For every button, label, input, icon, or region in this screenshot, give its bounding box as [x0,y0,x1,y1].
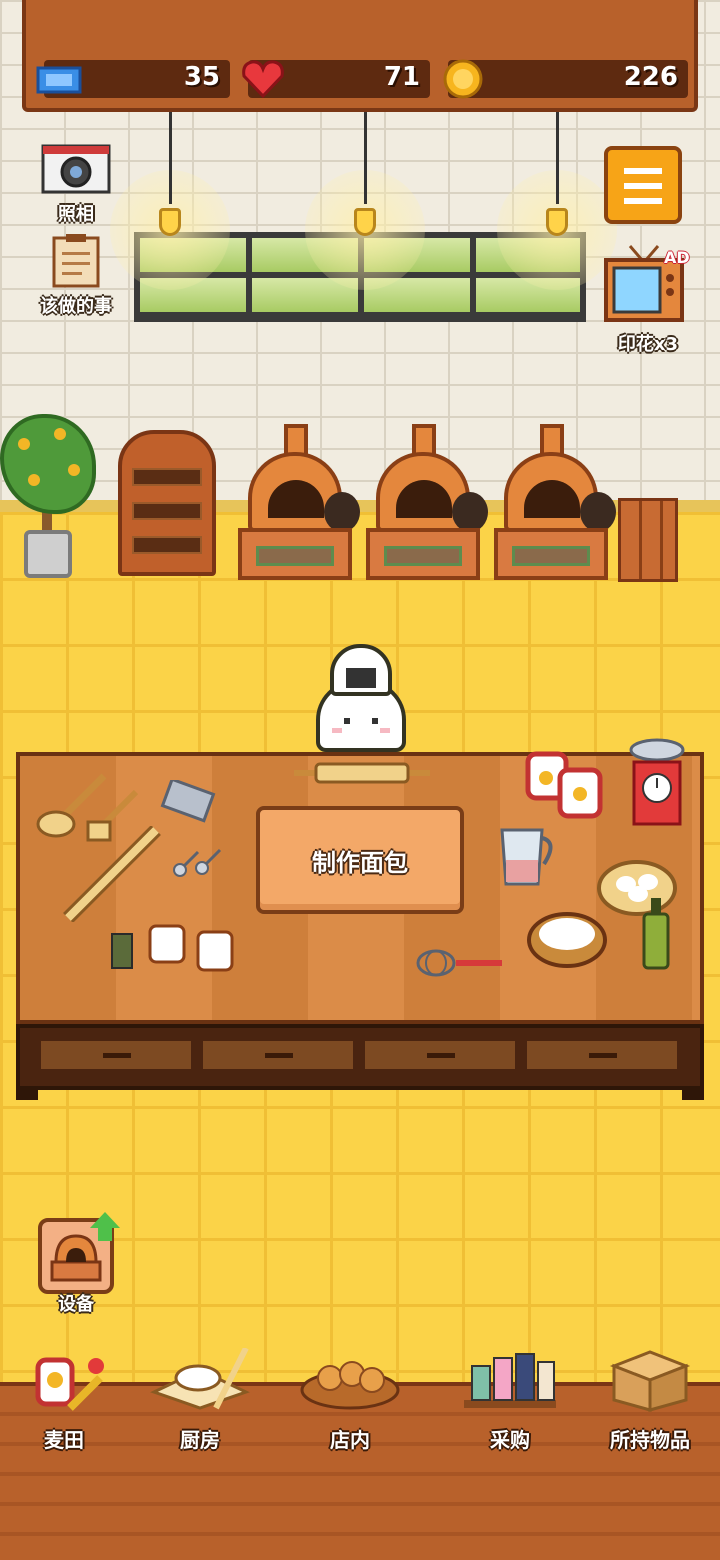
nav-label: 麦田 [44,1428,84,1452]
camera-button[interactable]: 照相 [36,142,116,226]
todo-button[interactable]: 该做的事 [26,232,126,318]
status-bar: 35 71 226 [22,0,698,112]
oven-1[interactable] [238,424,360,580]
purchase-shelf-icon [464,1353,556,1408]
oven-peel-icon [324,492,360,532]
nav-kitchen[interactable]: 厨房 [130,1346,270,1453]
lamp-cord [556,112,559,204]
cardboard-box-icon [609,1350,691,1412]
heart-icon [242,60,284,99]
nav-label: 采购 [490,1428,530,1452]
spice-jars-icon [111,924,234,972]
hamburger-icon [624,198,662,204]
bread-rack[interactable] [118,430,216,576]
baker-cheek [380,728,390,733]
upgrade-arrow-icon [90,1212,120,1228]
wheat-field-icon [35,1357,104,1411]
lamp-cord [169,112,172,204]
oil-bottle-icon [642,898,670,970]
lamp-cord [364,112,367,204]
make-bread-label: 制作面包 [312,848,408,877]
equipment-label: 设备 [58,1294,94,1315]
baker-eye [372,718,378,724]
baker-cheek [332,728,342,733]
baker-eye [344,718,350,724]
baker-hat-band [346,668,376,688]
ad-stamp-button[interactable]: AD 印花x3 [596,242,700,356]
kitchen-icon [150,1346,250,1410]
light-bulb-icon [159,208,181,236]
coin-counter: 226 [443,59,688,99]
firewood-pile [618,498,678,582]
oven-3[interactable] [494,424,616,580]
camera-label: 照相 [58,204,94,225]
table-drawer [524,1038,680,1072]
make-bread-button[interactable]: 制作面包 [256,806,464,914]
nav-label: 厨房 [180,1428,220,1452]
oven-2[interactable] [366,424,488,580]
nav-purchase[interactable]: 采购 [440,1348,580,1453]
coin-count: 226 [623,62,678,92]
table-front [16,1024,704,1090]
hamburger-icon [624,168,662,174]
coin-icon [443,59,483,99]
table-leg [682,1086,704,1100]
dough-scraper-icon [160,780,216,823]
light-bulb-icon [546,208,568,236]
plant-pot [24,530,72,578]
table-drawer [38,1038,194,1072]
table-drawer [362,1038,518,1072]
oven-peel-icon [452,492,488,532]
stamp-label: 印花x3 [617,334,679,355]
measuring-spoons-icon [173,848,222,877]
table-drawer [200,1038,356,1072]
oven-peel-icon [580,492,616,532]
nav-inventory[interactable]: 所持物品 [580,1348,720,1453]
flour-bowl-icon [527,912,607,968]
upgrade-arrow-stem [98,1227,112,1241]
todo-label: 该做的事 [40,296,112,317]
menu-button[interactable] [604,146,682,224]
bread-basket-icon [300,1361,400,1410]
nav-label: 所持物品 [610,1428,690,1452]
kitchen-scale-icon [629,738,685,826]
camera-icon [41,144,111,194]
heart-counter: 71 [242,60,430,99]
flour-bags-icon [525,751,603,819]
nav-label: 店内 [330,1428,370,1452]
measuring-cup-icon [500,828,553,886]
nav-shop[interactable]: 店内 [280,1348,420,1453]
ticket-count: 35 [183,62,220,92]
rolling-pin-icon [294,762,430,784]
long-rolling-pin-icon [63,826,161,922]
clipboard-icon [52,234,100,288]
ticket-counter: 35 [36,60,230,98]
ticket-icon [36,66,82,94]
hamburger-icon [624,183,662,189]
whisk-icon [416,949,502,977]
light-bulb-icon [354,208,376,236]
table-leg [16,1086,38,1100]
nav-wheat-field[interactable]: 麦田 [0,1348,134,1453]
ad-badge: AD [664,248,690,267]
heart-count: 71 [383,62,420,92]
